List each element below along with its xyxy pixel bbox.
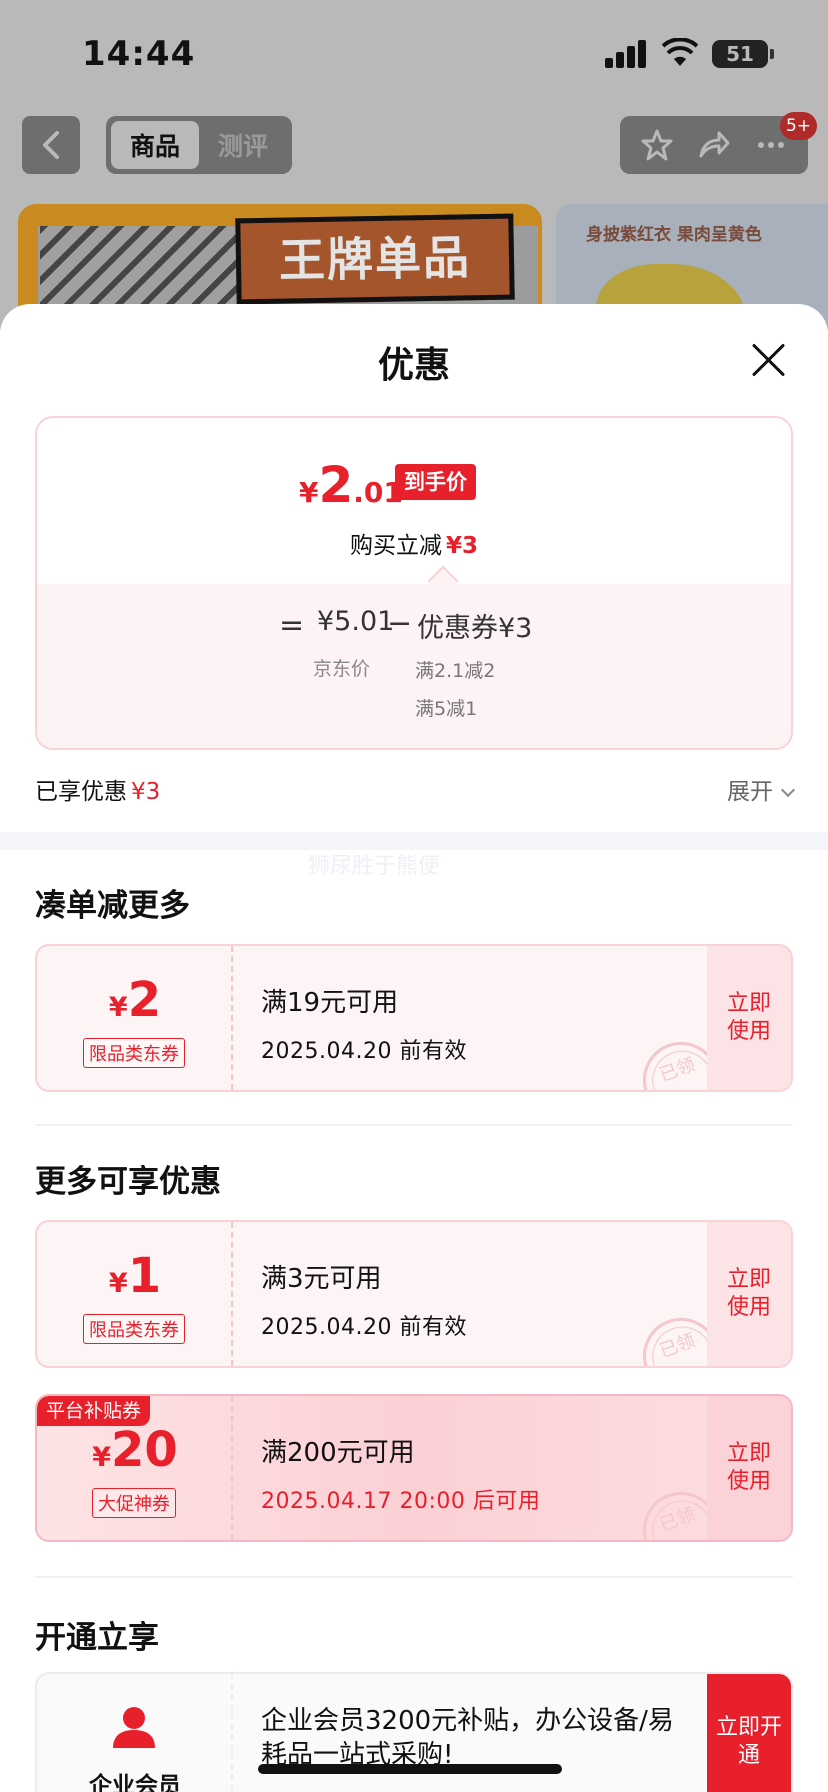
- enjoyed-discount: 已享优惠 ¥3: [35, 772, 160, 806]
- coupon-details: 满19元可用 2025.04.20 前有效: [261, 982, 467, 1065]
- expand-button[interactable]: 展开: [727, 772, 796, 806]
- enjoyed-discount-row: 已享优惠 ¥3 展开: [35, 766, 796, 806]
- use-now-button[interactable]: 立即使用: [707, 946, 791, 1090]
- coupon-deduction: 优惠券¥3: [417, 613, 533, 644]
- notification-badge: 5+: [780, 112, 818, 140]
- share-icon[interactable]: [697, 128, 731, 162]
- coupon-validity: 2025.04.20 前有效: [261, 1315, 467, 1340]
- side-banner-text: 身披紫红衣 果肉呈黄色: [586, 225, 762, 245]
- coupon-amount-number: 20: [111, 1422, 178, 1478]
- coupon-value-area: ¥1 限品类东券: [37, 1222, 233, 1366]
- coupon-rule: 满5减1: [415, 698, 478, 720]
- coupon-amount-number: 1: [127, 1248, 162, 1304]
- use-now-label: 立即使用: [726, 991, 771, 1044]
- use-now-button[interactable]: 立即使用: [707, 1396, 791, 1540]
- section-title-combine: 凑单减更多: [35, 888, 190, 924]
- discount-sheet: 优惠 ¥2.01 到手价 购买立减 ¥3 = ¥5.01 − 优惠券¥3 京东价 …: [0, 304, 828, 1792]
- use-now-button[interactable]: 立即使用: [707, 1222, 791, 1366]
- member-description: 企业会员3200元补贴，办公设备/易耗品一站式采购!: [261, 1706, 674, 1770]
- product-nav-bar: 商品 测评 5+: [0, 112, 828, 178]
- background-product-page: 14:44 51 商品 测评 5+ 王牌单品 身披紫红衣 果肉呈黄色: [0, 0, 828, 330]
- use-now-label: 立即使用: [726, 1441, 771, 1494]
- instant-discount: 购买立减 ¥3: [37, 526, 791, 560]
- coupon-card[interactable]: ¥2 限品类东券 满19元可用 2025.04.20 前有效 已领 立即使用: [35, 944, 793, 1092]
- home-indicator[interactable]: [258, 1764, 562, 1774]
- price-summary: ¥2.01 到手价 购买立减 ¥3: [37, 418, 791, 584]
- battery-icon: 51: [712, 40, 768, 68]
- instant-discount-value: ¥3: [445, 533, 478, 559]
- watermark: 狮尿胜于熊便: [308, 854, 441, 879]
- final-price-integer: 2: [318, 456, 354, 514]
- coupon-amount: ¥2: [37, 972, 233, 1028]
- section-title-open: 开通立享: [35, 1620, 159, 1656]
- close-icon[interactable]: [748, 340, 788, 380]
- coupon-card[interactable]: ¥1 限品类东券 满3元可用 2025.04.20 前有效 已领 立即使用: [35, 1220, 793, 1368]
- enjoyed-discount-value: ¥3: [131, 779, 161, 805]
- star-icon[interactable]: [640, 128, 674, 162]
- jd-price-label: 京东价: [313, 658, 371, 680]
- formula-equals: =: [279, 608, 305, 643]
- price-breakdown-card: ¥2.01 到手价 购买立减 ¥3 = ¥5.01 − 优惠券¥3 京东价 满2.…: [35, 416, 793, 750]
- coupon-details: 满3元可用 2025.04.20 前有效: [261, 1258, 467, 1341]
- member-card[interactable]: 企业会员 企业会员3200元补贴，办公设备/易耗品一站式采购! 立即开通: [35, 1672, 793, 1792]
- divider: [35, 1576, 793, 1578]
- final-price-tag: 到手价: [395, 464, 476, 500]
- coupon-amount-number: 2: [127, 972, 162, 1028]
- jd-price-value: ¥5.01: [317, 606, 395, 637]
- product-tab-group: 商品 测评: [106, 116, 292, 174]
- back-button[interactable]: [22, 116, 80, 174]
- battery-tip: [770, 49, 774, 59]
- coupon-validity: 2025.04.20 前有效: [261, 1039, 467, 1064]
- final-price-currency: ¥: [299, 476, 319, 509]
- status-bar: 14:44 51: [0, 0, 828, 100]
- member-icon-area: 企业会员: [37, 1674, 233, 1792]
- final-price: ¥2.01: [299, 456, 403, 514]
- coupon-validity: 2025.04.17 20:00 后可用: [261, 1489, 541, 1514]
- person-icon: [113, 1707, 155, 1748]
- section-title-more: 更多可享优惠: [35, 1164, 221, 1200]
- coupon-type-tag: 限品类东券: [83, 1038, 185, 1068]
- instant-discount-label: 购买立减: [349, 533, 442, 559]
- coupon-condition: 满19元可用: [261, 988, 399, 1018]
- hero-tag: 王牌单品: [235, 213, 515, 305]
- formula-minus: −: [387, 606, 413, 641]
- coupon-type-tag: 限品类东券: [83, 1314, 185, 1344]
- tab-review[interactable]: 测评: [199, 121, 287, 169]
- coupon-currency: ¥: [108, 1268, 128, 1299]
- use-now-label: 立即使用: [726, 1267, 771, 1320]
- member-name: 企业会员: [89, 1773, 181, 1792]
- coupon-rule: 满2.1减2: [415, 660, 496, 682]
- chevron-left-icon: [43, 131, 59, 159]
- status-time: 14:44: [82, 34, 196, 74]
- coupon-type-tag: 大促神券: [92, 1488, 176, 1518]
- expand-label: 展开: [727, 779, 773, 805]
- coupon-currency: ¥: [108, 992, 128, 1023]
- enjoyed-discount-label: 已享优惠: [35, 779, 127, 805]
- cellular-signal-icon: [605, 40, 649, 68]
- coupon-details: 满200元可用 2025.04.17 20:00 后可用: [261, 1432, 540, 1515]
- sheet-title: 优惠: [377, 345, 450, 386]
- coupon-amount: ¥20: [37, 1422, 233, 1478]
- coupon-condition: 满200元可用: [261, 1438, 415, 1468]
- chevron-down-icon: [780, 782, 796, 798]
- open-now-button[interactable]: 立即开通: [707, 1674, 791, 1792]
- coupon-value-area: ¥2 限品类东券: [37, 946, 233, 1090]
- coupon-condition: 满3元可用: [261, 1264, 382, 1294]
- coupon-amount: ¥1: [37, 1248, 233, 1304]
- coupon-value-area: 平台补贴券 ¥20 大促神券: [37, 1396, 233, 1540]
- coupon-currency: ¥: [92, 1442, 111, 1473]
- wifi-icon: [662, 38, 698, 66]
- tab-product[interactable]: 商品: [111, 121, 199, 169]
- coupon-card-promo[interactable]: 平台补贴券 ¥20 大促神券 满200元可用 2025.04.17 20:00 …: [35, 1394, 793, 1542]
- price-formula: = ¥5.01 − 优惠券¥3 京东价 满2.1减2 满5减1: [37, 584, 791, 748]
- divider: [35, 1124, 793, 1126]
